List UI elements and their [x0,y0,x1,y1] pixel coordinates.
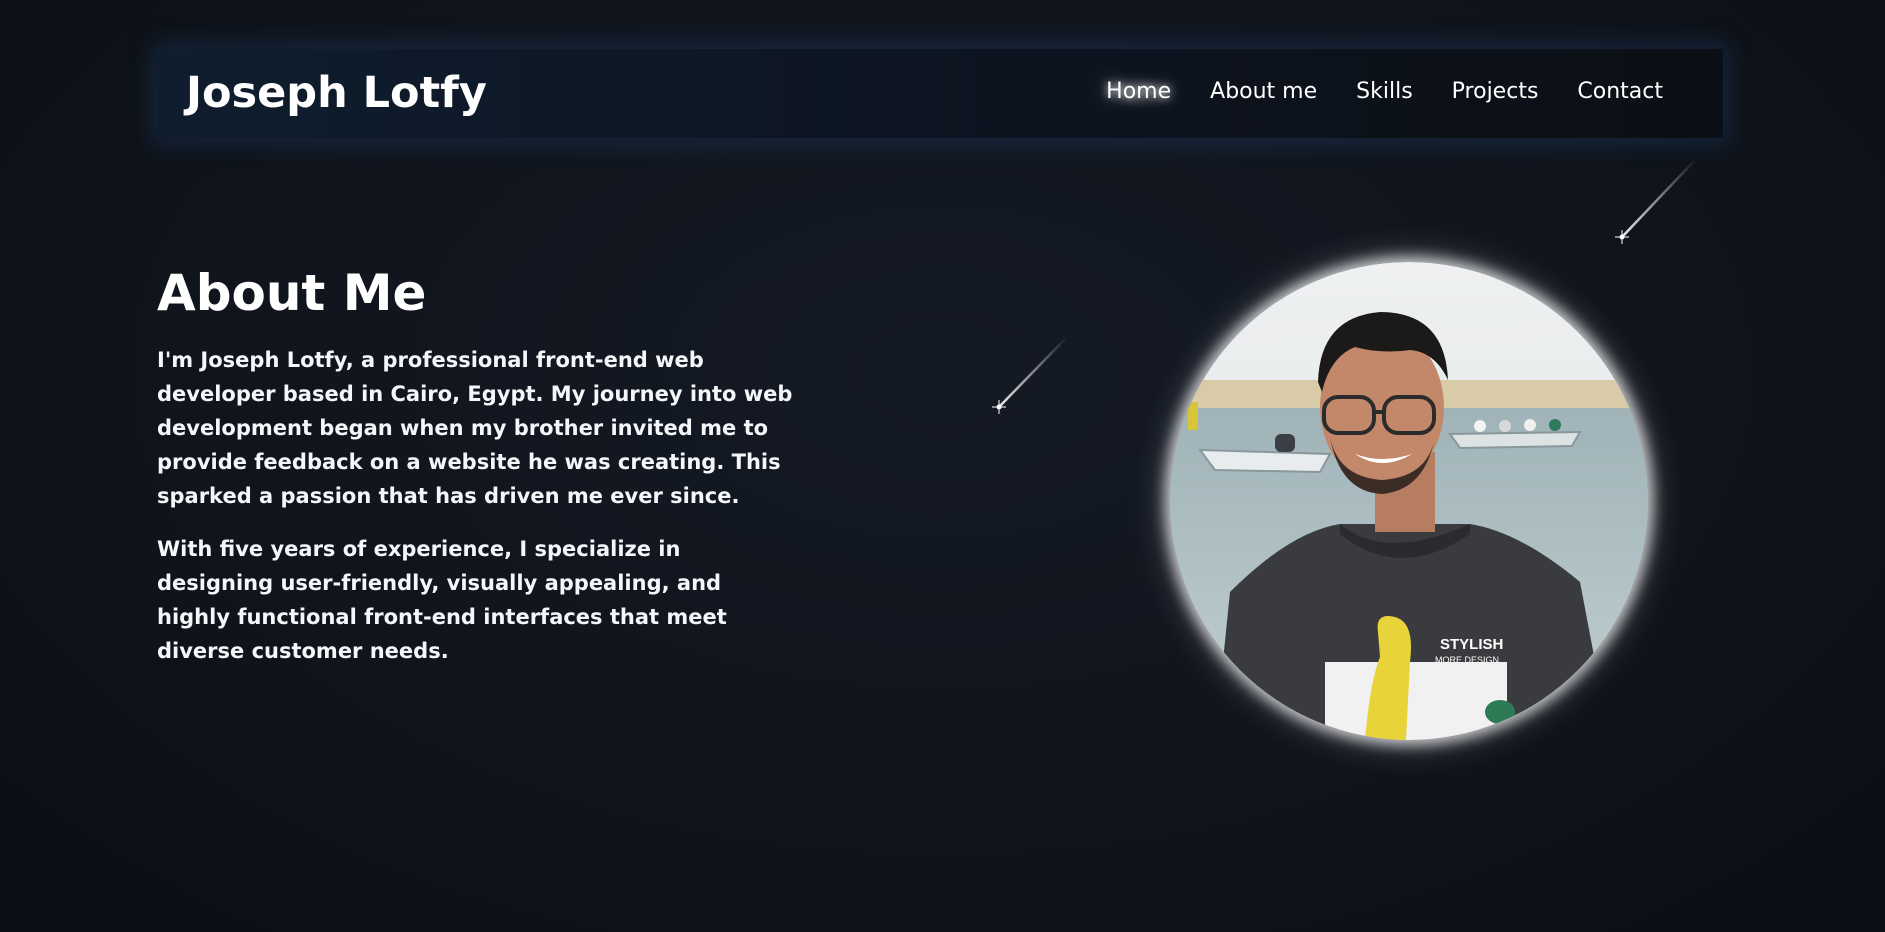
profile-photo: STYLISH MORE DESIGN [1170,262,1648,740]
navbar: Joseph Lotfy Home About me Skills Projec… [158,49,1723,138]
about-paragraph: I'm Joseph Lotfy, a professional front-e… [157,348,793,508]
about-description: I'm Joseph Lotfy, a professional front-e… [157,343,797,687]
nav-menu: Home About me Skills Projects Contact [1104,75,1665,109]
shirt-text-2: MORE DESIGN [1435,655,1499,665]
profile-photo-illustration: STYLISH MORE DESIGN [1170,262,1648,740]
brand-logo-text[interactable]: Joseph Lotfy [186,66,487,120]
nav-link-home[interactable]: Home [1104,75,1174,109]
nav-link-skills[interactable]: Skills [1354,75,1415,109]
about-title: About Me [157,264,427,322]
about-paragraph: With five years of experience, I special… [157,537,727,663]
nav-link-projects[interactable]: Projects [1450,75,1541,109]
shooting-star-icon [992,334,1070,414]
nav-link-about-me[interactable]: About me [1208,75,1319,109]
nav-link-contact[interactable]: Contact [1575,75,1665,109]
shirt-text-1: STYLISH [1440,636,1503,653]
shooting-star-icon [1615,156,1699,244]
